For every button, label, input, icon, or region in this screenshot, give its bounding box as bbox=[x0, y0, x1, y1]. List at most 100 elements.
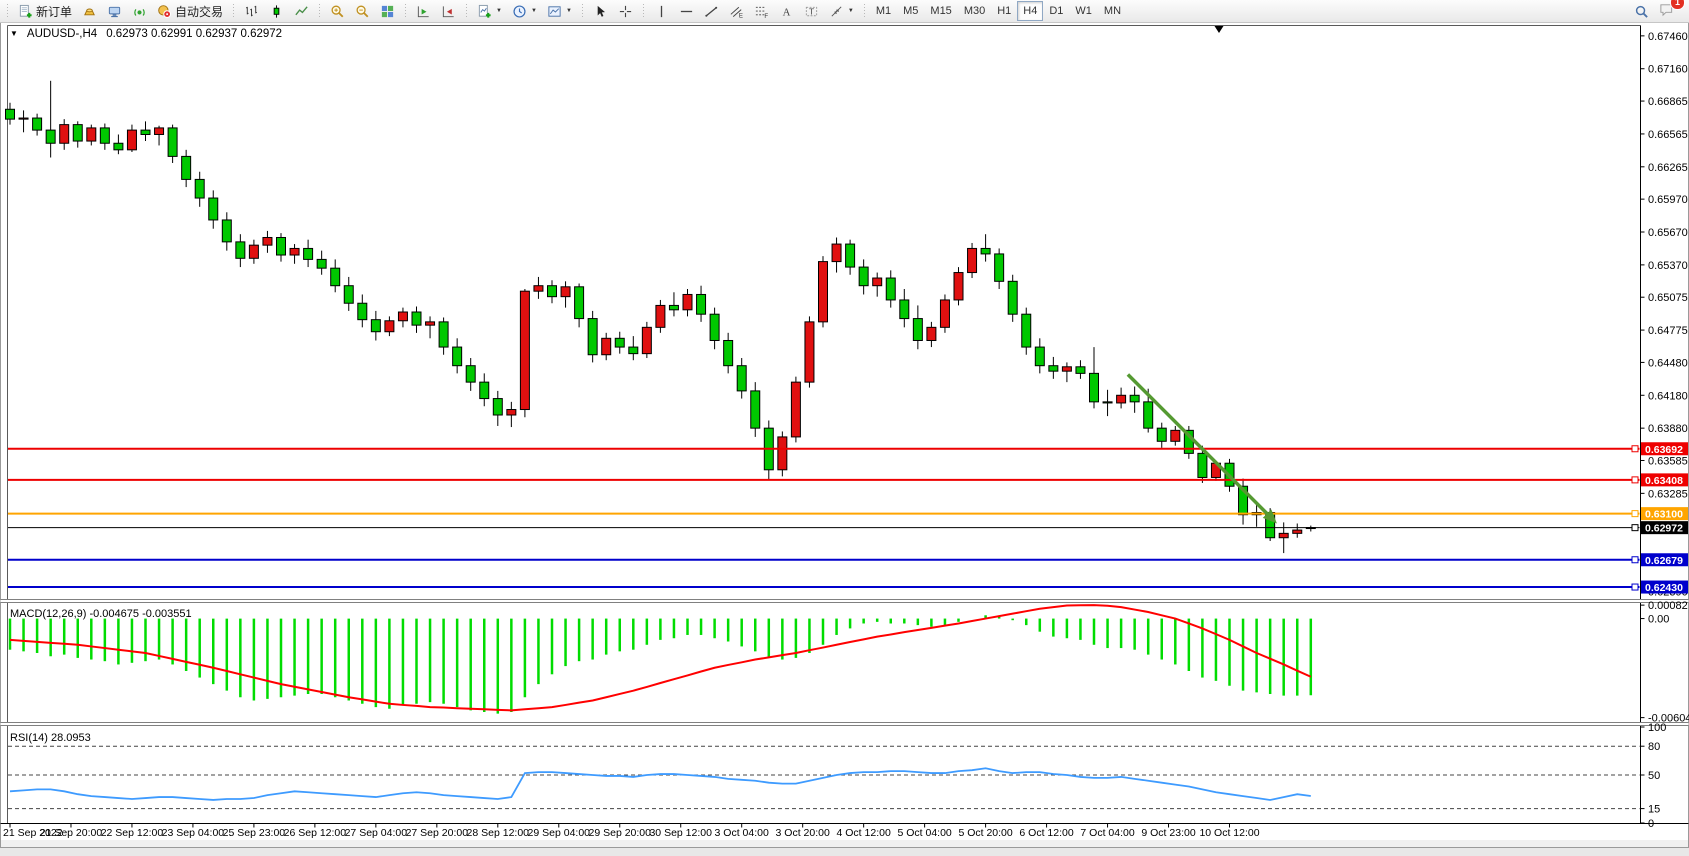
cursor-button[interactable] bbox=[588, 1, 613, 21]
price-tick-label: 0.64775 bbox=[1648, 325, 1688, 337]
timeframe-button-M30[interactable]: M30 bbox=[958, 1, 991, 21]
new-order-button[interactable]: 新订单 bbox=[13, 1, 77, 21]
hline-axis-marker bbox=[1632, 477, 1638, 483]
vertical-line-button[interactable] bbox=[649, 1, 674, 21]
crosshair-button[interactable] bbox=[613, 1, 638, 21]
candle bbox=[195, 179, 204, 198]
bar-chart-icon bbox=[244, 4, 259, 19]
hline-axis-marker bbox=[1632, 557, 1638, 563]
timeframe-button-M1[interactable]: M1 bbox=[870, 1, 897, 21]
chart-canvas[interactable]: 0.674600.671600.668650.665650.662650.659… bbox=[0, 22, 1689, 848]
candle bbox=[331, 268, 340, 286]
price-tick-label: 0.66565 bbox=[1648, 129, 1688, 141]
candlestick-button[interactable] bbox=[264, 1, 289, 21]
computer-icon bbox=[107, 4, 122, 19]
tile-windows-icon bbox=[380, 4, 395, 19]
time-label: 5 Oct 20:00 bbox=[958, 827, 1012, 839]
candle bbox=[73, 125, 82, 141]
time-label: 29 Sep 04:00 bbox=[528, 827, 591, 839]
timeframe-button-H1[interactable]: H1 bbox=[991, 1, 1017, 21]
macd-label: MACD(12,26,9) -0.004675 -0.003551 bbox=[10, 608, 192, 620]
time-label: 22 Sep 12:00 bbox=[101, 827, 164, 839]
add-indicator-button[interactable]: ▼ bbox=[472, 1, 507, 21]
candle bbox=[805, 322, 814, 382]
channel-button[interactable]: E bbox=[724, 1, 749, 21]
toolbar-grip[interactable] bbox=[403, 4, 408, 18]
candle bbox=[412, 312, 421, 325]
candle bbox=[859, 267, 868, 286]
zoom-out-button[interactable] bbox=[350, 1, 375, 21]
timeframe-button-W1[interactable]: W1 bbox=[1069, 1, 1098, 21]
time-label: 21 Sep 20:00 bbox=[40, 827, 103, 839]
new-order-label: 新订单 bbox=[36, 3, 72, 20]
candle bbox=[87, 128, 96, 141]
trendline-icon bbox=[704, 4, 719, 19]
timeframe-button-M5[interactable]: M5 bbox=[897, 1, 924, 21]
toolbar-grip[interactable] bbox=[580, 4, 585, 18]
candle bbox=[534, 286, 543, 291]
candle bbox=[615, 338, 624, 347]
window-bottom-strip bbox=[0, 840, 1689, 848]
line-chart-button[interactable] bbox=[289, 1, 314, 21]
timeframe-button-H4[interactable]: H4 bbox=[1017, 1, 1043, 21]
template-button[interactable]: ▼ bbox=[542, 1, 577, 21]
auto-trading-button[interactable]: 自动交易 bbox=[152, 1, 228, 21]
time-label: 27 Sep 20:00 bbox=[406, 827, 469, 839]
timeframe-button-M15[interactable]: M15 bbox=[924, 1, 957, 21]
hline-axis-marker bbox=[1632, 511, 1638, 517]
candle bbox=[1062, 367, 1071, 371]
toolbar-grip[interactable] bbox=[862, 4, 867, 18]
toolbar-grip[interactable] bbox=[464, 4, 469, 18]
terminal-button[interactable] bbox=[102, 1, 127, 21]
toolbar-grip[interactable] bbox=[5, 4, 10, 18]
candle bbox=[385, 321, 394, 332]
indicator-window-button[interactable] bbox=[436, 1, 461, 21]
candle bbox=[927, 327, 936, 340]
indicators-button[interactable] bbox=[411, 1, 436, 21]
horizontal-line-button[interactable] bbox=[674, 1, 699, 21]
timeframe-button-MN[interactable]: MN bbox=[1098, 1, 1127, 21]
candle bbox=[1022, 314, 1031, 347]
price-tick-label: 0.63285 bbox=[1648, 488, 1688, 500]
tile-windows-button[interactable] bbox=[375, 1, 400, 21]
toolbar-grip[interactable] bbox=[317, 4, 322, 18]
candle bbox=[358, 303, 367, 319]
candle bbox=[629, 347, 638, 354]
indicator-frame-icon bbox=[416, 4, 431, 19]
gold-button[interactable] bbox=[77, 1, 102, 21]
zoom-out-icon bbox=[355, 4, 370, 19]
arrows-button[interactable]: ▼ bbox=[824, 1, 859, 21]
candle bbox=[127, 130, 136, 150]
text-label-button[interactable]: T bbox=[799, 1, 824, 21]
notification-badge[interactable]: 1 bbox=[1670, 0, 1685, 10]
price-tick-label: 0.67160 bbox=[1648, 64, 1688, 76]
dropdown-caret-icon: ▼ bbox=[496, 8, 502, 14]
fibonacci-button[interactable]: F bbox=[749, 1, 774, 21]
bar-chart-button[interactable] bbox=[239, 1, 264, 21]
horizontal-line-icon bbox=[679, 4, 694, 19]
timeframe-button-D1[interactable]: D1 bbox=[1043, 1, 1069, 21]
cursor-icon bbox=[593, 4, 608, 19]
toolbar-grip[interactable] bbox=[231, 4, 236, 18]
text-button[interactable]: A bbox=[774, 1, 799, 21]
dropdown-caret-icon: ▼ bbox=[566, 8, 572, 14]
candle bbox=[141, 130, 150, 134]
chart-window[interactable]: 0.674600.671600.668650.665650.662650.659… bbox=[0, 22, 1689, 848]
signals-button[interactable] bbox=[127, 1, 152, 21]
candle bbox=[575, 287, 584, 319]
period-button[interactable]: ▼ bbox=[507, 1, 542, 21]
candle bbox=[995, 254, 1004, 281]
trendline-button[interactable] bbox=[699, 1, 724, 21]
arrow-objects-icon bbox=[829, 4, 844, 19]
candle bbox=[222, 220, 231, 242]
zoom-in-button[interactable] bbox=[325, 1, 350, 21]
search-button[interactable] bbox=[1629, 1, 1654, 21]
candle bbox=[968, 248, 977, 272]
auto-trading-label: 自动交易 bbox=[175, 3, 223, 20]
candle bbox=[249, 245, 258, 258]
toolbar-grip[interactable] bbox=[641, 4, 646, 18]
hline-axis-marker bbox=[1632, 584, 1638, 590]
collapse-triangle-icon[interactable]: ▼ bbox=[10, 30, 18, 38]
candle bbox=[33, 118, 42, 130]
candle bbox=[737, 366, 746, 391]
